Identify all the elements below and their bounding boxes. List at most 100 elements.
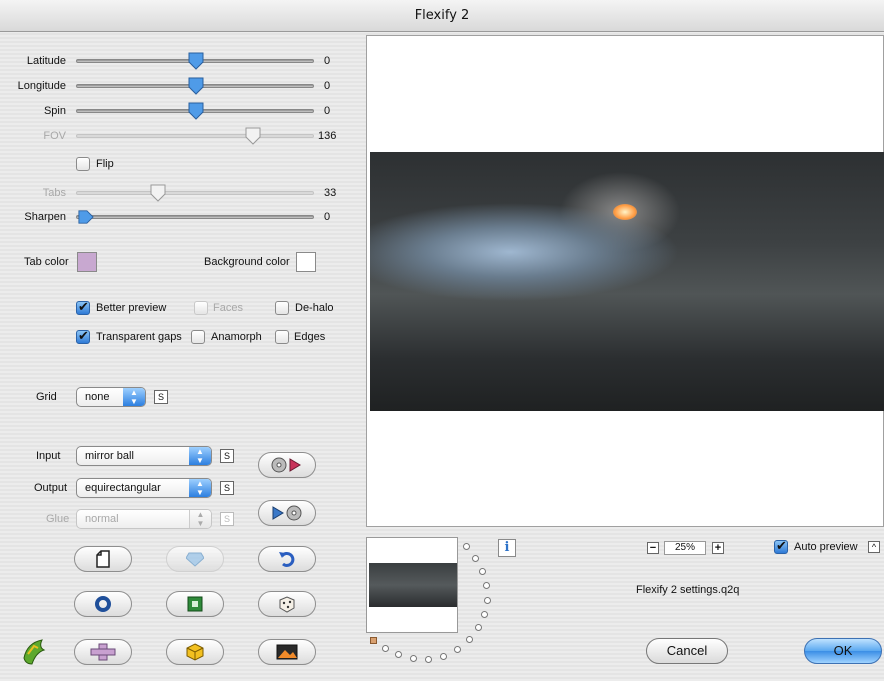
image-button[interactable]: [258, 639, 316, 665]
zoom-out-button[interactable]: −: [647, 542, 659, 554]
dot: [454, 646, 461, 653]
glue-select: normal ▲ ▼: [76, 509, 212, 529]
updown-arrows-icon: ▲ ▼: [189, 510, 211, 528]
load-settings-button[interactable]: [258, 452, 316, 478]
slider-thumb[interactable]: [78, 208, 94, 226]
cube-button[interactable]: [166, 639, 224, 665]
updown-arrows-icon: ▲ ▼: [189, 479, 211, 497]
transparent-gaps-label: Transparent gaps: [96, 331, 182, 343]
background-color-swatch[interactable]: [296, 252, 316, 272]
slider-value: 0: [324, 211, 331, 223]
grid-s-button[interactable]: S: [154, 390, 168, 404]
slider-value: 0: [324, 55, 331, 67]
auto-preview-label: Auto preview: [794, 541, 858, 553]
play-disc-icon: [272, 505, 302, 521]
grid-select-value: none: [85, 391, 110, 403]
dot: [382, 645, 389, 652]
anamorph-checkbox[interactable]: [191, 330, 205, 344]
dot: [395, 651, 402, 658]
panorama-preview-image: [370, 152, 884, 411]
ring-icon: [95, 596, 111, 612]
gem-button: [166, 546, 224, 572]
better-preview-label: Better preview: [96, 302, 167, 314]
ring-button[interactable]: [74, 591, 132, 617]
square-icon: [187, 596, 203, 612]
faces-label: Faces: [213, 302, 243, 314]
updown-arrows-icon: ▲ ▼: [189, 447, 211, 465]
auto-preview-checkbox[interactable]: [774, 538, 788, 554]
gem-icon: [186, 552, 204, 567]
grid-select[interactable]: none ▲ ▼: [76, 387, 146, 407]
lamp-highlight: [613, 204, 637, 220]
tab-color-label: Tab color: [24, 256, 69, 268]
slider-thumb: [150, 184, 166, 202]
slider-thumb: [245, 127, 261, 145]
dice-icon: [279, 596, 295, 613]
dot: [472, 555, 479, 562]
flexify-logo-icon: [23, 639, 46, 665]
slider-label: Sharpen: [24, 211, 66, 223]
cross-layout-button[interactable]: [74, 639, 132, 665]
new-document-button[interactable]: [74, 546, 132, 572]
slider-thumb[interactable]: [188, 52, 204, 70]
cube-cross-icon: [90, 643, 116, 661]
info-button[interactable]: i: [498, 539, 516, 557]
thumbnail-image: [369, 563, 457, 607]
ok-button[interactable]: OK: [804, 638, 882, 664]
zoom-in-button[interactable]: +: [712, 542, 724, 554]
window-title: Flexify 2: [0, 0, 884, 32]
tab-color-swatch[interactable]: [77, 252, 97, 272]
settings-filename: Flexify 2 settings.q2q: [636, 584, 740, 596]
slider-track: [76, 191, 314, 195]
save-settings-button[interactable]: [258, 500, 316, 526]
slider-value: 33: [324, 187, 337, 199]
slider-value: 0: [324, 80, 331, 92]
input-label: Input: [36, 450, 61, 462]
dot: [440, 653, 447, 660]
slider-label: Tabs: [42, 187, 66, 199]
de-halo-label: De-halo: [295, 302, 334, 314]
output-s-button[interactable]: S: [220, 481, 234, 495]
dot-current: [370, 637, 377, 644]
zoom-level[interactable]: 25%: [664, 541, 706, 555]
slider-thumb[interactable]: [188, 77, 204, 95]
cube-icon: [186, 643, 204, 661]
updown-arrows-icon: ▲ ▼: [123, 388, 145, 406]
glue-select-value: normal: [85, 513, 119, 525]
undo-icon: [279, 551, 295, 567]
input-select[interactable]: mirror ball ▲ ▼: [76, 446, 212, 466]
slider-value: 0: [324, 105, 331, 117]
better-preview-checkbox[interactable]: [76, 299, 90, 315]
edges-label: Edges: [294, 331, 326, 343]
dot: [483, 582, 490, 589]
document-icon: [96, 550, 110, 568]
input-s-button[interactable]: S: [220, 449, 234, 463]
random-button[interactable]: [258, 591, 316, 617]
slider-value: 136: [318, 130, 337, 142]
de-halo-checkbox[interactable]: [275, 301, 289, 315]
edges-checkbox[interactable]: [275, 330, 289, 344]
slider-label: Longitude: [17, 80, 66, 92]
collapse-button[interactable]: ^: [868, 541, 880, 553]
anamorph-label: Anamorph: [211, 331, 262, 343]
disc-play-icon: [271, 457, 301, 473]
slider-track: [76, 134, 314, 138]
output-select-value: equirectangular: [85, 482, 161, 494]
square-button[interactable]: [166, 591, 224, 617]
output-label: Output: [34, 482, 68, 494]
preview-pane[interactable]: [366, 35, 884, 527]
slider-thumb[interactable]: [188, 102, 204, 120]
slider-track[interactable]: [76, 215, 314, 219]
picture-icon: [276, 644, 298, 660]
input-select-value: mirror ball: [85, 450, 134, 462]
transparent-gaps-checkbox[interactable]: [76, 328, 90, 344]
slider-label: Latitude: [26, 55, 66, 67]
cancel-button[interactable]: Cancel: [646, 638, 728, 664]
slider-label: FOV: [43, 130, 66, 142]
undo-button[interactable]: [258, 546, 316, 572]
glue-label: Glue: [46, 513, 70, 525]
glue-s-button: S: [220, 512, 234, 526]
output-select[interactable]: equirectangular ▲ ▼: [76, 478, 212, 498]
flip-checkbox[interactable]: [76, 157, 90, 171]
thumbnail-navigator[interactable]: [366, 537, 458, 633]
